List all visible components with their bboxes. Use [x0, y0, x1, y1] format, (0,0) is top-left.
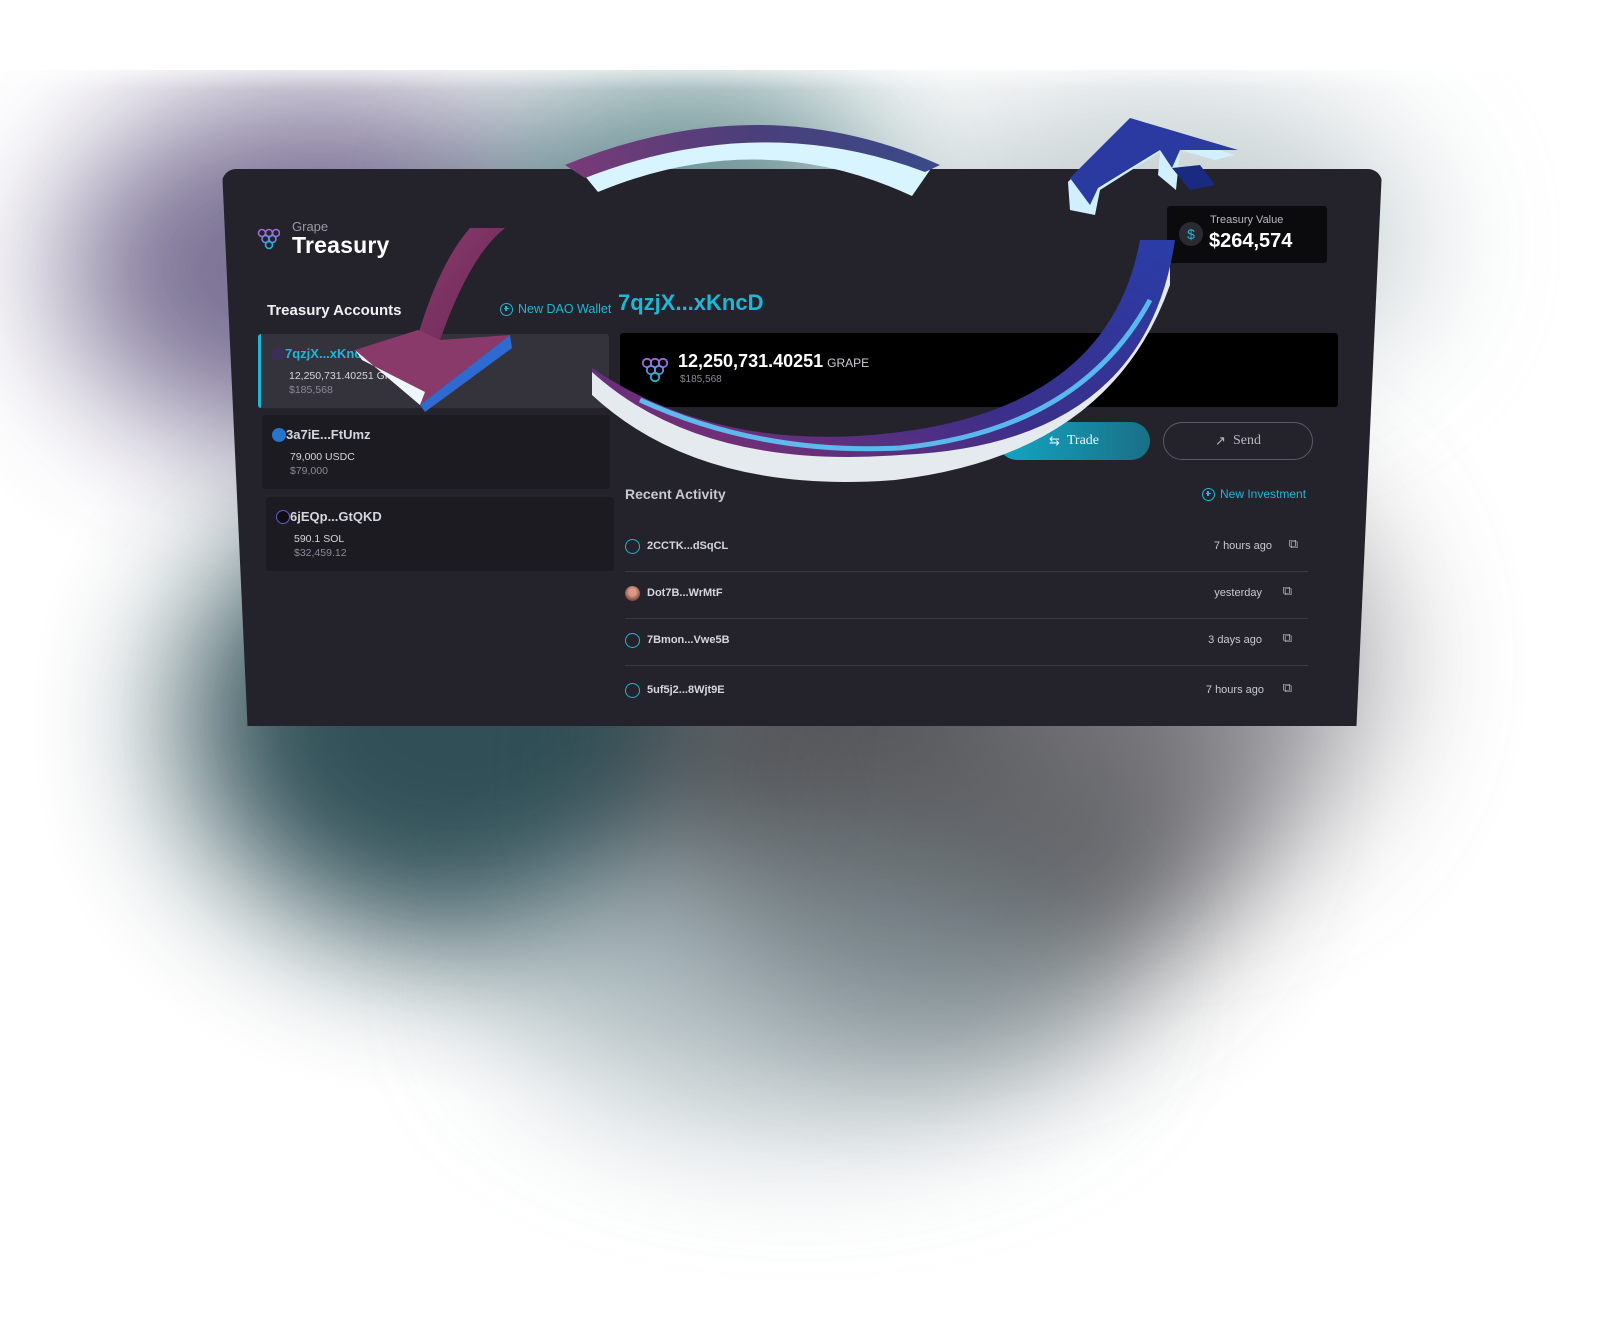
plus-circle-icon: [500, 302, 513, 316]
activity-row[interactable]: 5uf5j2...8Wjt9E 7 hours ago ⧉: [625, 667, 1308, 715]
plus-circle-icon: [1202, 487, 1215, 501]
brand-title: Treasury: [292, 232, 390, 258]
wallet-title: 7qzjX...xKncD: [618, 290, 764, 315]
account-amount: 12,250,731.40251 GRAPE: [289, 370, 414, 382]
external-link-icon[interactable]: ⧉: [1283, 681, 1292, 696]
activity-time: 7 hours ago: [1213, 540, 1272, 552]
accounts-heading: Treasury Accounts: [267, 302, 402, 319]
activity-address: 7Bmon...Vwe5B: [647, 634, 730, 646]
activity-time: 3 days ago: [1208, 634, 1262, 646]
treasury-value-card: $ Treasury Value $264,574: [1167, 206, 1327, 263]
account-usd: $32,459.12: [294, 547, 347, 559]
activity-address: Dot7B...WrMtF: [647, 587, 723, 599]
activity-row[interactable]: Dot7B...WrMtF yesterday ⧉: [625, 570, 1308, 619]
external-link-icon[interactable]: ⧉: [1283, 584, 1292, 599]
user-avatar-icon: [625, 539, 640, 554]
balance-usd: $185,568: [680, 374, 722, 385]
sol-icon: [276, 510, 290, 524]
external-link-icon[interactable]: ⧉: [1289, 537, 1298, 552]
top-fade: [0, 0, 1598, 90]
account-usd: $185,568: [289, 384, 333, 396]
account-item-3[interactable]: 6jEQp...GtQKD 590.1 SOL $32,459.12: [266, 497, 614, 571]
account-name: 7qzjX...xKncD: [285, 346, 371, 361]
new-investment-button[interactable]: New Investment: [1202, 487, 1306, 501]
account-item-1[interactable]: 7qzjX...xKncD 12,250,731.40251 GRAPE $18…: [258, 334, 609, 408]
account-name: 6jEQp...GtQKD: [290, 509, 382, 524]
balance-card: 12,250,731.40251 GRAPE $185,568: [620, 333, 1338, 407]
external-link-icon[interactable]: ⧉: [1283, 631, 1292, 646]
send-button[interactable]: ↗ Send: [1163, 422, 1313, 460]
swap-icon: ⇆: [1048, 433, 1060, 449]
activity-address: 5uf5j2...8Wjt9E: [647, 684, 725, 696]
recent-activity-heading: Recent Activity: [625, 486, 726, 502]
account-amount: 79,000 USDC: [290, 451, 355, 463]
treasury-panel: Grape Treasury Treasury Accounts New DAO…: [222, 169, 1382, 726]
activity-row[interactable]: 7Bmon...Vwe5B 3 days ago ⧉: [625, 617, 1308, 666]
user-avatar-icon: [625, 633, 640, 648]
account-item-2[interactable]: 3a7iE...FtUmz 79,000 USDC $79,000: [262, 415, 610, 489]
dollar-icon: $: [1179, 222, 1203, 246]
grape-logo-icon: [257, 228, 280, 250]
send-label: Send: [1232, 433, 1261, 448]
treasury-value-label: Treasury Value: [1210, 214, 1284, 226]
treasury-value-amount: $264,574: [1209, 230, 1293, 252]
activity-time: 7 hours ago: [1205, 684, 1264, 696]
account-amount: 590.1 SOL: [294, 533, 345, 545]
new-investment-label: New Investment: [1220, 487, 1307, 501]
trade-button[interactable]: ⇆ Trade: [998, 422, 1150, 460]
usdc-icon: [272, 428, 286, 442]
new-dao-wallet-button[interactable]: New DAO Wallet: [500, 302, 611, 316]
user-avatar-icon: [625, 683, 640, 698]
new-dao-wallet-label: New DAO Wallet: [518, 302, 612, 316]
grape-icon: [641, 357, 668, 383]
activity-row[interactable]: 2CCTK...dSqCL 7 hours ago ⧉: [625, 523, 1308, 572]
user-avatar: [625, 586, 640, 601]
account-name: 3a7iE...FtUmz: [286, 427, 371, 442]
account-usd: $79,000: [290, 465, 328, 477]
activity-time: yesterday: [1214, 587, 1262, 599]
balance-amount: 12,250,731.40251 GRAPE: [678, 351, 870, 371]
send-arrow-icon: ↗: [1215, 433, 1226, 449]
balance-unit: GRAPE: [827, 356, 870, 370]
grape-icon: [271, 347, 285, 361]
trade-label: Trade: [1066, 433, 1100, 448]
activity-address: 2CCTK...dSqCL: [647, 540, 729, 552]
